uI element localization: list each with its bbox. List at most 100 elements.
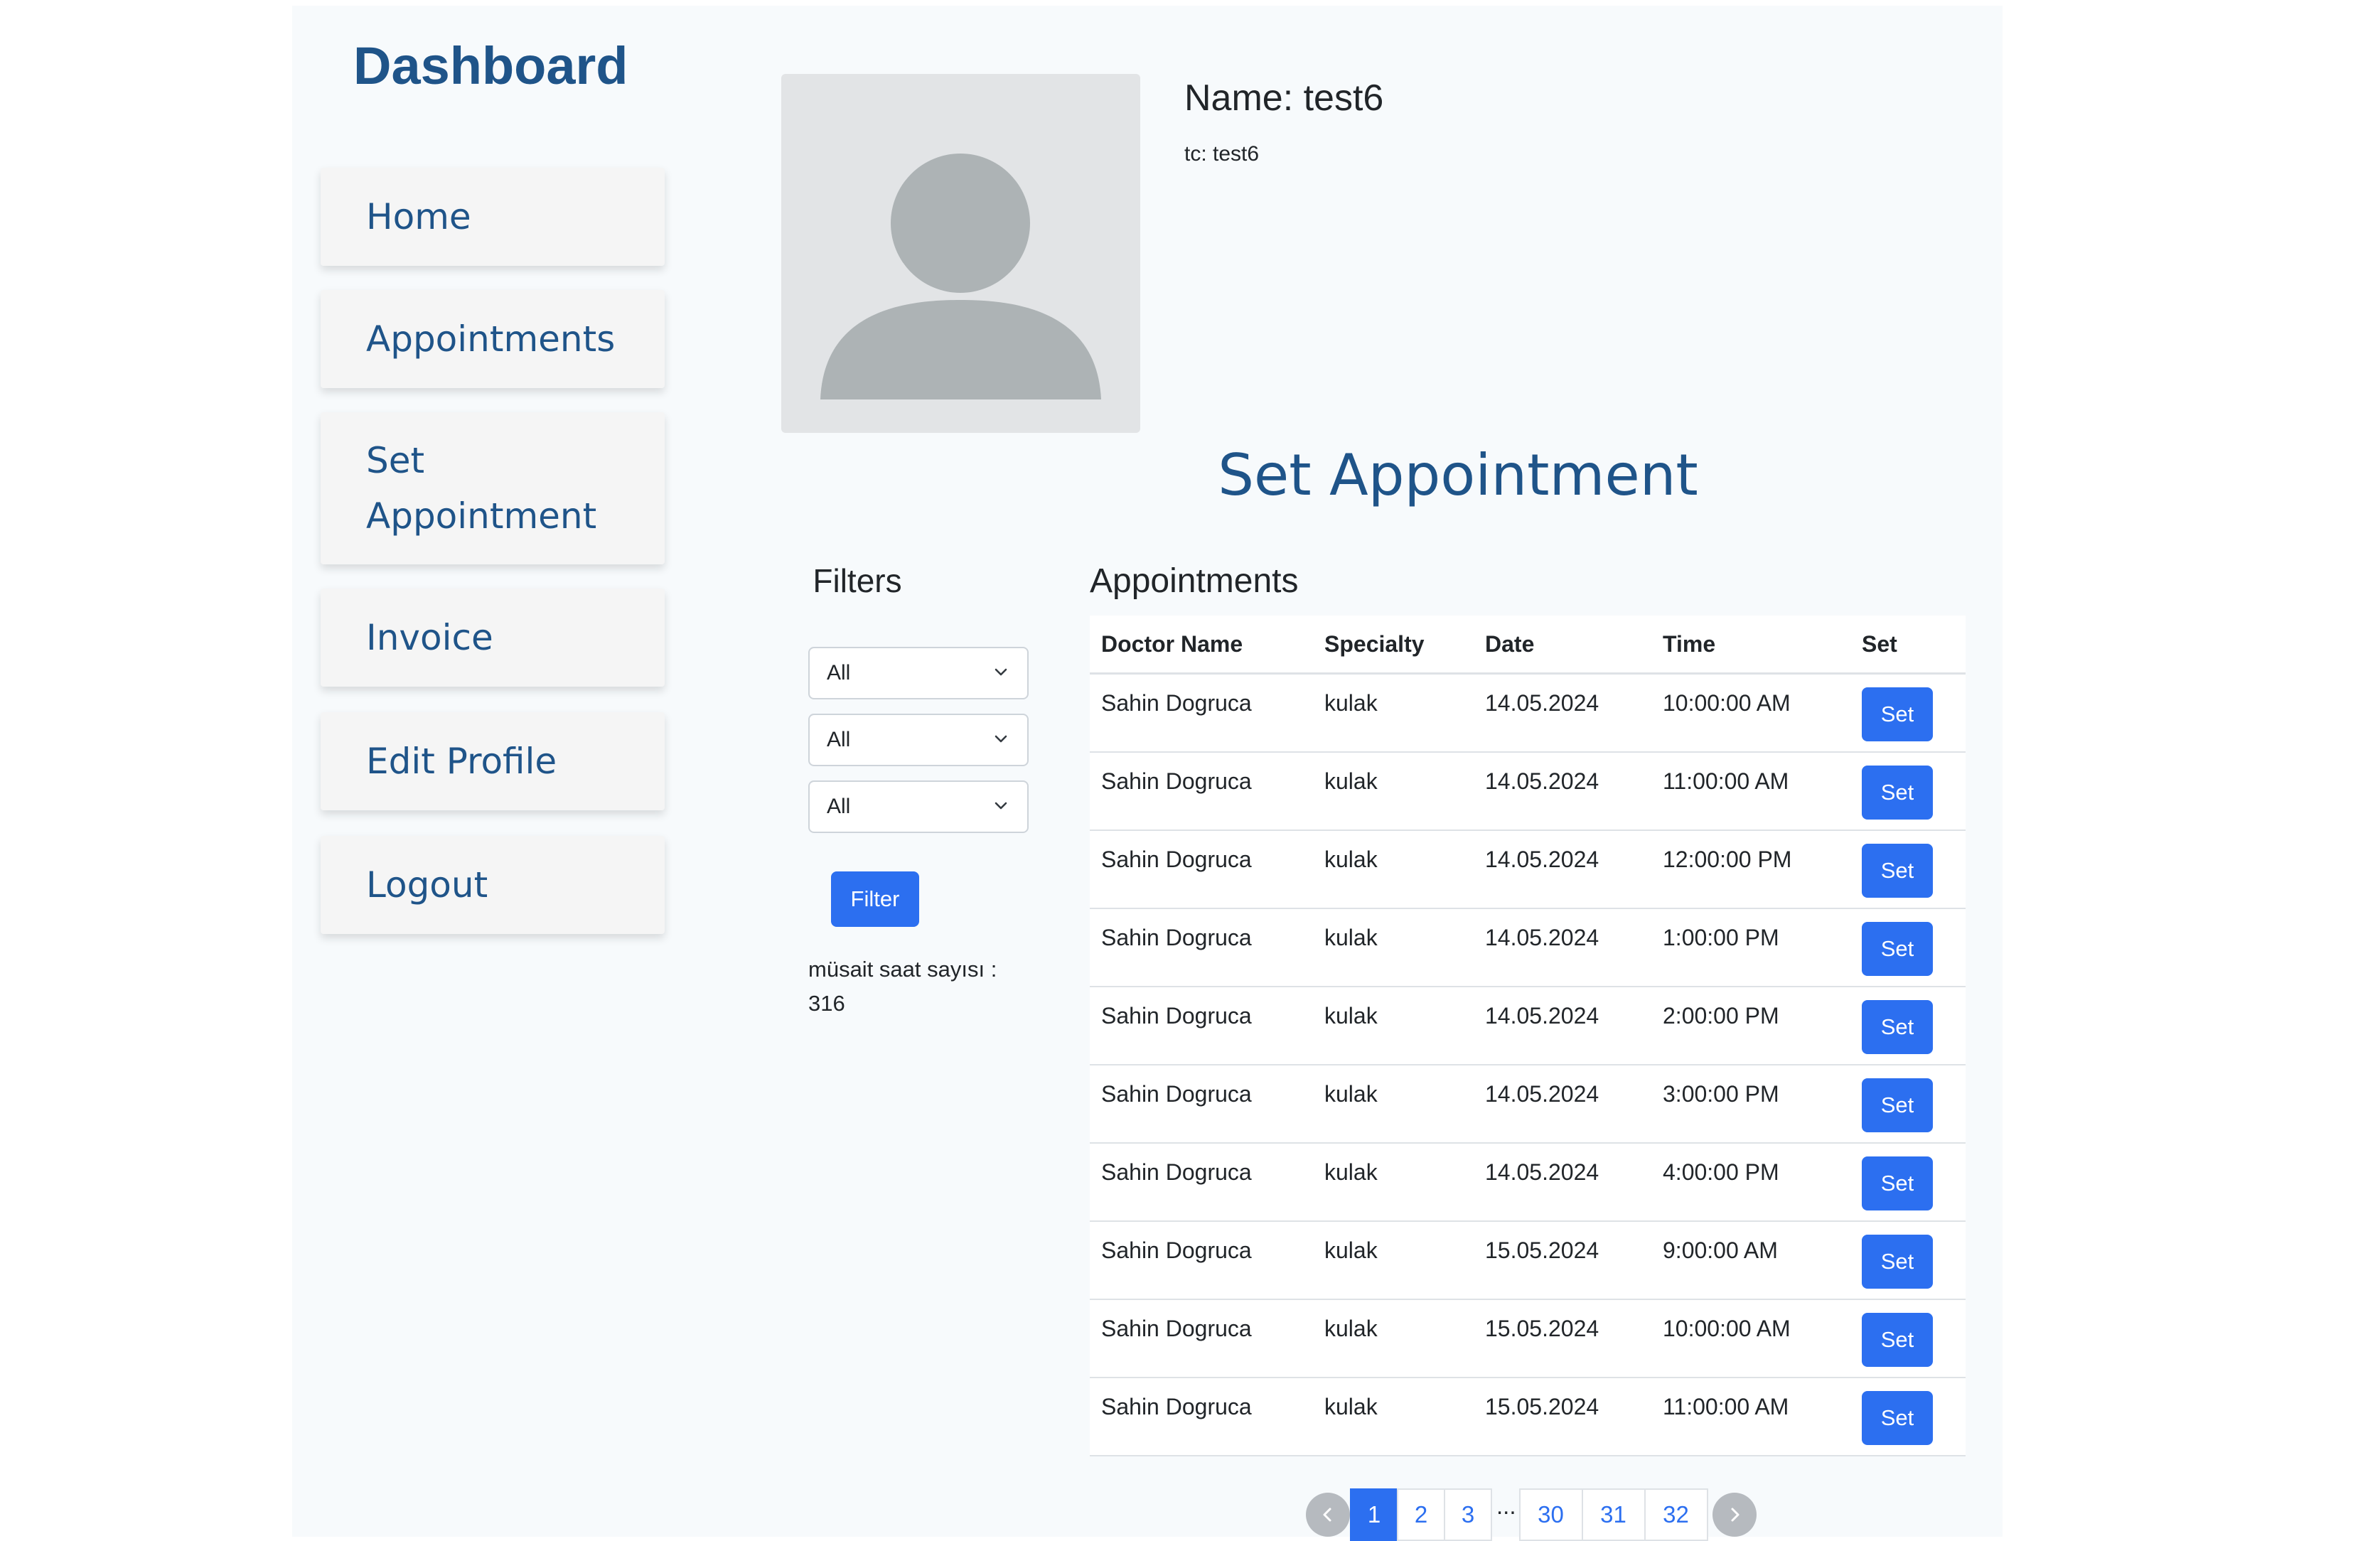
column-header-time: Time bbox=[1651, 616, 1850, 675]
cell-time: 11:00:00 AM bbox=[1651, 1377, 1850, 1456]
filter-select-1[interactable]: All bbox=[808, 647, 1029, 699]
set-appointment-button[interactable]: Set bbox=[1862, 921, 1933, 976]
set-appointment-button[interactable]: Set bbox=[1862, 687, 1933, 741]
sidebar-item-invoice[interactable]: Invoice bbox=[321, 589, 665, 687]
appointments-table: Doctor Name Specialty Date Time Set Sahi… bbox=[1090, 616, 1966, 1456]
appointments-table-body: Sahin Dogruca kulak 14.05.2024 10:00:00 … bbox=[1090, 673, 1966, 1456]
pagination: 1 2 3 ... 30 31 32 bbox=[1306, 1488, 1757, 1541]
sidebar-item-label: Home bbox=[366, 196, 471, 237]
cell-set: Set bbox=[1850, 1064, 1966, 1144]
sidebar-item-label: Invoice bbox=[366, 617, 493, 658]
cell-set: Set bbox=[1850, 673, 1966, 753]
cell-date: 15.05.2024 bbox=[1474, 1299, 1651, 1378]
cell-time: 12:00:00 PM bbox=[1651, 829, 1850, 909]
page-title: Set Appointment bbox=[1218, 442, 1698, 508]
pagination-page-32[interactable]: 32 bbox=[1644, 1488, 1708, 1541]
table-row: Sahin Dogruca kulak 14.05.2024 10:00:00 … bbox=[1090, 673, 1966, 753]
set-appointment-button[interactable]: Set bbox=[1862, 1312, 1933, 1367]
filter-select-3[interactable]: All bbox=[808, 780, 1029, 833]
cell-doctor: Sahin Dogruca bbox=[1090, 751, 1313, 831]
cell-date: 14.05.2024 bbox=[1474, 986, 1651, 1065]
cell-set: Set bbox=[1850, 1220, 1966, 1300]
app-container: Dashboard Home Appointments Set Appointm… bbox=[292, 6, 2003, 1541]
table-row: Sahin Dogruca kulak 15.05.2024 9:00:00 A… bbox=[1090, 1220, 1966, 1300]
set-appointment-button[interactable]: Set bbox=[1862, 1390, 1933, 1445]
profile-name: Name: test6 bbox=[1184, 77, 1384, 119]
sidebar-item-home[interactable]: Home bbox=[321, 168, 665, 266]
pagination-page-31[interactable]: 31 bbox=[1581, 1488, 1646, 1541]
sidebar-item-label: Logout bbox=[366, 864, 488, 906]
user-silhouette-icon bbox=[820, 154, 1101, 399]
profile-avatar bbox=[781, 74, 1140, 433]
cell-doctor: Sahin Dogruca bbox=[1090, 1220, 1313, 1300]
cell-date: 14.05.2024 bbox=[1474, 1064, 1651, 1144]
sidebar-item-logout[interactable]: Logout bbox=[321, 836, 665, 934]
chevron-down-icon bbox=[995, 802, 1007, 810]
sidebar-item-appointments[interactable]: Appointments bbox=[321, 290, 665, 388]
cell-doctor: Sahin Dogruca bbox=[1090, 829, 1313, 909]
pagination-page-3[interactable]: 3 bbox=[1444, 1488, 1492, 1541]
filters-title: Filters bbox=[813, 562, 902, 599]
set-appointment-button[interactable]: Set bbox=[1862, 765, 1933, 820]
cell-specialty: kulak bbox=[1313, 1220, 1474, 1300]
cell-specialty: kulak bbox=[1313, 986, 1474, 1065]
select-value: All bbox=[827, 795, 851, 818]
pagination-page-1[interactable]: 1 bbox=[1350, 1488, 1398, 1541]
cell-specialty: kulak bbox=[1313, 1064, 1474, 1144]
table-row: Sahin Dogruca kulak 14.05.2024 4:00:00 P… bbox=[1090, 1142, 1966, 1222]
cell-date: 14.05.2024 bbox=[1474, 829, 1651, 909]
select-value: All bbox=[827, 661, 851, 684]
sidebar: Dashboard Home Appointments Set Appointm… bbox=[292, 6, 712, 1537]
sidebar-item-label: Edit Profile bbox=[366, 741, 557, 782]
cell-set: Set bbox=[1850, 829, 1966, 909]
set-appointment-button[interactable]: Set bbox=[1862, 1234, 1933, 1289]
cell-set: Set bbox=[1850, 1299, 1966, 1378]
table-row: Sahin Dogruca kulak 15.05.2024 11:00:00 … bbox=[1090, 1377, 1966, 1456]
cell-specialty: kulak bbox=[1313, 1377, 1474, 1456]
chevron-left-icon bbox=[1323, 1508, 1331, 1522]
sidebar-item-set-appointment[interactable]: Set Appointment bbox=[321, 412, 665, 564]
cell-time: 10:00:00 AM bbox=[1651, 1299, 1850, 1378]
table-row: Sahin Dogruca kulak 15.05.2024 10:00:00 … bbox=[1090, 1299, 1966, 1378]
cell-time: 4:00:00 PM bbox=[1651, 1142, 1850, 1222]
chevron-down-icon bbox=[995, 668, 1007, 676]
profile-tc: tc: test6 bbox=[1184, 142, 1260, 166]
set-appointment-button[interactable]: Set bbox=[1862, 1078, 1933, 1132]
cell-doctor: Sahin Dogruca bbox=[1090, 1142, 1313, 1222]
pagination-prev[interactable] bbox=[1306, 1493, 1350, 1537]
cell-date: 15.05.2024 bbox=[1474, 1220, 1651, 1300]
table-row: Sahin Dogruca kulak 14.05.2024 2:00:00 P… bbox=[1090, 986, 1966, 1065]
sidebar-item-edit-profile[interactable]: Edit Profile bbox=[321, 712, 665, 810]
sidebar-item-label: Appointments bbox=[366, 318, 616, 360]
cell-set: Set bbox=[1850, 751, 1966, 831]
cell-date: 14.05.2024 bbox=[1474, 673, 1651, 753]
set-appointment-button[interactable]: Set bbox=[1862, 843, 1933, 898]
cell-time: 11:00:00 AM bbox=[1651, 751, 1850, 831]
cell-doctor: Sahin Dogruca bbox=[1090, 908, 1313, 987]
select-value: All bbox=[827, 728, 851, 751]
column-header-date: Date bbox=[1474, 616, 1651, 675]
available-slots-count: müsait saat sayısı : 316 bbox=[808, 957, 997, 1016]
cell-specialty: kulak bbox=[1313, 908, 1474, 987]
cell-specialty: kulak bbox=[1313, 751, 1474, 831]
cell-specialty: kulak bbox=[1313, 1299, 1474, 1378]
cell-date: 14.05.2024 bbox=[1474, 751, 1651, 831]
pagination-next[interactable] bbox=[1712, 1493, 1757, 1537]
cell-doctor: Sahin Dogruca bbox=[1090, 673, 1313, 753]
pagination-page-2[interactable]: 2 bbox=[1397, 1488, 1445, 1541]
table-row: Sahin Dogruca kulak 14.05.2024 12:00:00 … bbox=[1090, 829, 1966, 909]
table-row: Sahin Dogruca kulak 14.05.2024 1:00:00 P… bbox=[1090, 908, 1966, 987]
cell-time: 10:00:00 AM bbox=[1651, 673, 1850, 753]
cell-specialty: kulak bbox=[1313, 829, 1474, 909]
cell-time: 3:00:00 PM bbox=[1651, 1064, 1850, 1144]
set-appointment-button[interactable]: Set bbox=[1862, 1156, 1933, 1210]
set-appointment-button[interactable]: Set bbox=[1862, 999, 1933, 1054]
filter-button[interactable]: Filter bbox=[831, 871, 919, 927]
cell-specialty: kulak bbox=[1313, 673, 1474, 753]
filter-select-2[interactable]: All bbox=[808, 714, 1029, 766]
cell-set: Set bbox=[1850, 1142, 1966, 1222]
cell-set: Set bbox=[1850, 1377, 1966, 1456]
cell-doctor: Sahin Dogruca bbox=[1090, 1377, 1313, 1456]
pagination-page-30[interactable]: 30 bbox=[1518, 1488, 1583, 1541]
cell-set: Set bbox=[1850, 908, 1966, 987]
